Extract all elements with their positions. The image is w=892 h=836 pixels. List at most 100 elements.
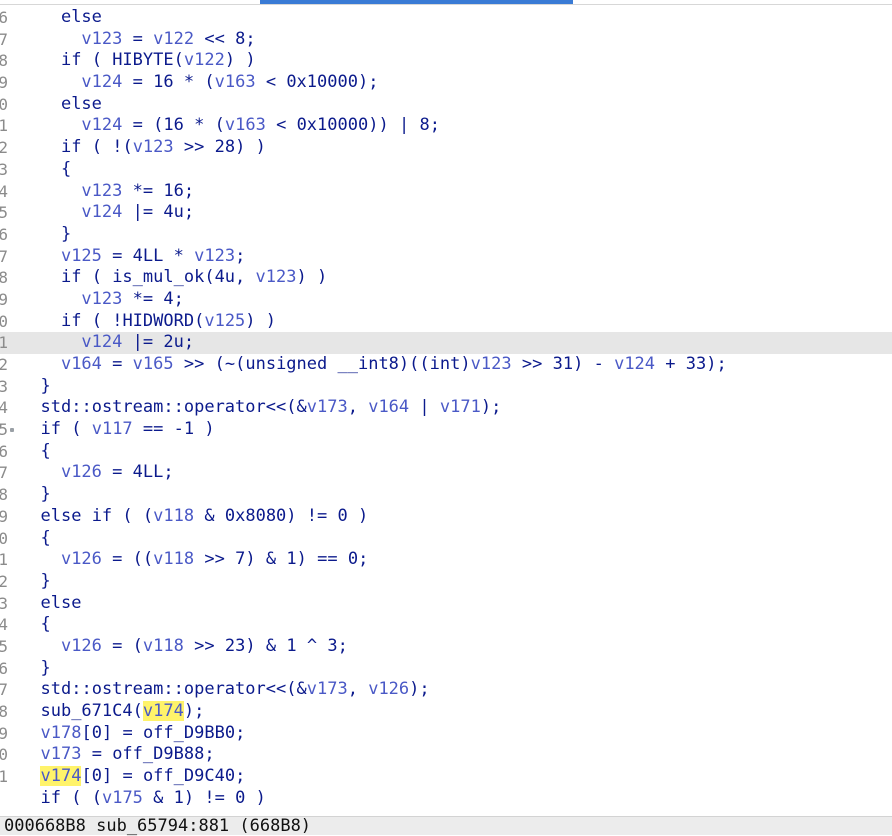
variable-token[interactable]: v163 (225, 115, 266, 135)
code-line[interactable]: 2 } (0, 571, 892, 593)
variable-token[interactable]: v124 (81, 332, 122, 352)
variable-token[interactable]: v171 (440, 397, 481, 417)
variable-token[interactable]: v175 (102, 788, 143, 808)
identifier-token[interactable]: ostream (92, 397, 164, 417)
variable-token[interactable]: v123 (256, 267, 297, 287)
code-text[interactable]: v164 = v165 >> (~(unsigned __int8)((int)… (20, 354, 727, 376)
code-text[interactable]: v124 |= 4u; (20, 202, 194, 224)
variable-token[interactable]: v118 (143, 636, 184, 656)
code-line[interactable]: 4 { (0, 614, 892, 636)
code-text[interactable]: v123 *= 4; (20, 289, 183, 311)
code-line[interactable]: 9 v123 *= 4; (0, 289, 892, 311)
variable-token[interactable]: v178 (40, 723, 81, 743)
identifier-token[interactable]: operator (184, 397, 266, 417)
variable-token[interactable]: v123 (81, 29, 122, 49)
code-line[interactable]: 6 { (0, 441, 892, 463)
variable-token[interactable]: v124 (81, 115, 122, 135)
variable-token[interactable]: v173 (307, 397, 348, 417)
code-line[interactable]: 5 v126 = (v118 >> 23) & 1 ^ 3; (0, 636, 892, 658)
code-text[interactable]: } (20, 571, 50, 593)
code-text[interactable]: else (20, 593, 81, 615)
variable-token[interactable]: v123 (471, 354, 512, 374)
variable-token[interactable]: v123 (194, 246, 235, 266)
variable-token[interactable]: v118 (153, 506, 194, 526)
identifier-token[interactable]: if (40, 419, 60, 439)
code-text[interactable]: } (20, 224, 71, 246)
code-line[interactable]: 3 { (0, 159, 892, 181)
code-line[interactable]: 3 } (0, 376, 892, 398)
variable-token[interactable]: v126 (61, 549, 102, 569)
code-line[interactable]: 1 v124 = (16 * (v163 < 0x10000)) | 8; (0, 115, 892, 137)
code-listing[interactable]: 6 else7 v123 = v122 << 8;8 if ( HIBYTE(v… (0, 7, 892, 809)
identifier-token[interactable]: if (40, 788, 60, 808)
code-text[interactable]: v174[0] = off_D9C40; (20, 766, 245, 788)
code-line[interactable]: 2 v164 = v165 >> (~(unsigned __int8)((in… (0, 354, 892, 376)
highlighted-token[interactable]: v174 (142, 701, 184, 721)
code-line[interactable]: 6 } (0, 224, 892, 246)
variable-token[interactable]: v122 (184, 50, 225, 70)
code-line[interactable]: 8 if ( HIBYTE(v122) ) (0, 50, 892, 72)
identifier-token[interactable]: if (61, 137, 81, 157)
code-line[interactable]: 8 sub_671C4(v174); (0, 701, 892, 723)
breakpoint-marker[interactable] (10, 428, 14, 433)
code-text[interactable]: } (20, 376, 50, 398)
identifier-token[interactable]: if (61, 267, 81, 287)
code-text[interactable]: if ( (v175 & 1) != 0 ) (20, 788, 265, 810)
code-line[interactable]: 7 v126 = 4LL; (0, 462, 892, 484)
variable-token[interactable]: v126 (61, 636, 102, 656)
code-text[interactable]: if ( !(v123 >> 28) ) (20, 137, 266, 159)
code-text[interactable]: v124 = 16 * (v163 < 0x10000); (20, 72, 378, 94)
code-line[interactable]: 1 v126 = ((v118 >> 7) & 1) == 0; (0, 549, 892, 571)
code-text[interactable]: v124 = (16 * (v163 < 0x10000)) | 8; (20, 115, 440, 137)
code-text[interactable]: v126 = 4LL; (20, 462, 174, 484)
code-text[interactable]: if ( v117 == -1 ) (20, 419, 214, 441)
code-line[interactable]: 4 v123 *= 16; (0, 181, 892, 203)
identifier-token[interactable]: if (61, 50, 81, 70)
pseudocode-view[interactable]: 6 else7 v123 = v122 << 8;8 if ( HIBYTE(v… (0, 4, 892, 817)
variable-token[interactable]: v124 (81, 72, 122, 92)
code-text[interactable]: sub_671C4(v174); (20, 701, 204, 723)
identifier-token[interactable]: off_D9B88 (112, 744, 204, 764)
code-line[interactable]: 1 v124 |= 2u; (0, 332, 892, 354)
identifier-token[interactable]: int (430, 354, 461, 374)
code-line[interactable]: 9 v124 = 16 * (v163 < 0x10000); (0, 72, 892, 94)
code-text[interactable]: v173 = off_D9B88; (20, 744, 214, 766)
variable-token[interactable]: v124 (81, 202, 122, 222)
variable-token[interactable]: v165 (133, 354, 174, 374)
variable-token[interactable]: v164 (61, 354, 102, 374)
code-text[interactable]: v178[0] = off_D9BB0; (20, 723, 245, 745)
code-text[interactable]: { (20, 614, 50, 636)
code-line[interactable]: 3 else (0, 593, 892, 615)
code-line[interactable]: 0 else (0, 94, 892, 116)
code-text[interactable]: std::ostream::operator<<(&v173, v126); (20, 679, 429, 701)
code-text[interactable]: v123 *= 16; (20, 181, 194, 203)
identifier-token[interactable]: if (61, 311, 81, 331)
code-text[interactable]: std::ostream::operator<<(&v173, v164 | v… (20, 397, 501, 419)
identifier-token[interactable]: is_mul_ok (112, 267, 204, 287)
variable-token[interactable]: v124 (614, 354, 655, 374)
code-line[interactable]: 6 } (0, 658, 892, 680)
identifier-token[interactable]: else (61, 94, 102, 114)
code-text[interactable]: } (20, 484, 50, 506)
identifier-token[interactable]: else (61, 7, 102, 27)
variable-token[interactable]: v125 (204, 311, 245, 331)
code-text[interactable]: { (20, 159, 71, 181)
identifier-token[interactable]: HIBYTE (112, 50, 173, 70)
code-line[interactable]: 7 std::ostream::operator<<(&v173, v126); (0, 679, 892, 701)
code-line[interactable]: 2 if ( !(v123 >> 28) ) (0, 137, 892, 159)
variable-token[interactable]: v122 (153, 29, 194, 49)
code-text[interactable]: v126 = ((v118 >> 7) & 1) == 0; (20, 549, 368, 571)
code-text[interactable]: if ( HIBYTE(v122) ) (20, 50, 256, 72)
code-line[interactable]: if ( (v175 & 1) != 0 ) (0, 788, 892, 810)
variable-token[interactable]: v125 (61, 246, 102, 266)
identifier-token[interactable]: else (40, 593, 81, 613)
identifier-token[interactable]: operator (184, 679, 266, 699)
identifier-token[interactable]: std (40, 679, 71, 699)
variable-token[interactable]: v118 (153, 549, 194, 569)
code-line[interactable]: 1 v174[0] = off_D9C40; (0, 766, 892, 788)
code-text[interactable]: else (20, 94, 102, 116)
code-text[interactable]: if ( !HIDWORD(v125) ) (20, 311, 276, 333)
code-text[interactable]: { (20, 528, 50, 550)
identifier-token[interactable]: sub_671C4 (40, 701, 132, 721)
code-line[interactable]: 7 v125 = 4LL * v123; (0, 246, 892, 268)
